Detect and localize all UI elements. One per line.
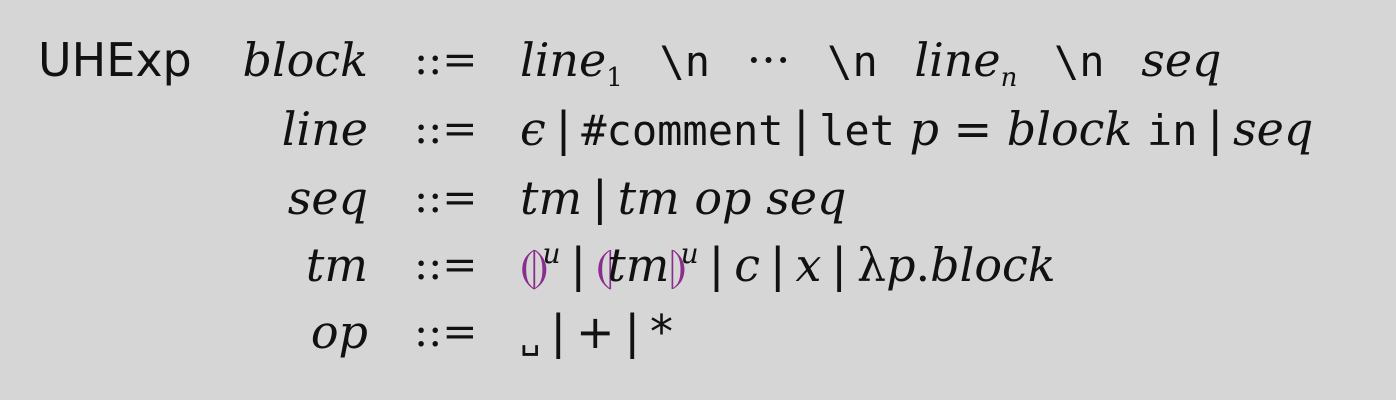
alternative-bar: | xyxy=(550,305,566,359)
newline-token: \n xyxy=(659,37,711,86)
rule-lhs-tm: tm xyxy=(305,238,368,292)
alternative-bar: | xyxy=(555,102,572,156)
hole-name-u: u xyxy=(542,237,561,270)
rule-lhs-seq: seq xyxy=(287,171,368,225)
rule-rhs-seq: tm | tm op seq xyxy=(520,164,846,232)
rule-lhs-op: op xyxy=(310,305,368,359)
nonterminal-seq: seq xyxy=(1141,33,1222,87)
empty-hole-symbol: ⦇⦈ xyxy=(520,238,548,292)
subscript-1: 1 xyxy=(606,63,623,93)
alternative-bar: | xyxy=(1207,102,1224,156)
star-symbol: * xyxy=(650,305,674,359)
rule-op: op ::= ␣ | + | * xyxy=(0,298,1396,366)
hole-name-u: u xyxy=(680,237,699,270)
rule-rhs-tm: ⦇⦈u | ⦇tm⦈u | c | x | λp.block xyxy=(520,231,1056,306)
constant-c: c xyxy=(734,238,760,292)
alternative-bar: | xyxy=(708,238,725,292)
nonterminal-block: block xyxy=(1006,102,1133,156)
newline-token: \n xyxy=(827,37,878,86)
define-operator: ::= xyxy=(414,173,478,222)
lambda-symbol: λ xyxy=(856,238,887,292)
subscript-n: n xyxy=(1000,63,1018,93)
hole-close-bracket: ⦈ xyxy=(669,238,686,292)
equals-sign: = xyxy=(953,102,993,156)
in-keyword: in xyxy=(1146,106,1198,155)
rule-lhs-line: line xyxy=(281,102,368,156)
variable-x: x xyxy=(795,238,822,292)
nonterminal-line: line xyxy=(520,33,607,87)
define-operator: ::= xyxy=(414,104,478,153)
rule-rhs-block: line1 \n ··· \n linen \n seq xyxy=(520,26,1222,102)
define-operator: ::= xyxy=(414,307,478,356)
alternative-bar: | xyxy=(831,238,847,292)
sort-name: UHExp xyxy=(38,33,192,87)
plus-symbol: + xyxy=(575,305,615,359)
let-keyword: let xyxy=(819,106,895,155)
rule-seq: seq ::= tm | tm op seq xyxy=(0,164,1396,232)
nonterminal-tm: tm xyxy=(607,238,670,292)
nonterminal-tm: tm xyxy=(520,171,583,225)
define-operator: ::= xyxy=(414,240,478,289)
pattern-p: p xyxy=(909,102,939,156)
nonterminal-block: block xyxy=(930,238,1056,292)
rule-tm: tm ::= ⦇⦈u | ⦇tm⦈u | c | x | λp.block xyxy=(0,231,1396,299)
rule-rhs-line: ϵ | #comment | let p = block in | seq xyxy=(520,95,1313,165)
alternative-bar: | xyxy=(793,102,810,156)
pattern-p: p xyxy=(886,238,916,292)
nonterminal-line: line xyxy=(914,33,1001,87)
nonterminal-seq: seq xyxy=(1233,102,1314,156)
nonterminal-op: op xyxy=(694,171,752,225)
ellipsis: ··· xyxy=(746,33,791,87)
rule-lhs-block: block xyxy=(242,33,369,87)
nonterminal-seq: seq xyxy=(766,171,847,225)
alternative-bar: | xyxy=(570,238,587,292)
space-symbol: ␣ xyxy=(520,317,541,357)
alternative-bar: | xyxy=(624,305,641,359)
rule-block: UHExp block ::= line1 \n ··· \n linen \n… xyxy=(0,26,1396,94)
nonterminal-tm: tm xyxy=(617,171,680,225)
comment-token: #comment xyxy=(581,106,784,155)
newline-token: \n xyxy=(1054,37,1105,86)
epsilon-symbol: ϵ xyxy=(520,102,546,156)
dot-symbol: . xyxy=(915,238,931,292)
define-operator: ::= xyxy=(414,35,478,84)
rule-rhs-op: ␣ | + | * xyxy=(520,298,673,371)
alternative-bar: | xyxy=(769,238,786,292)
alternative-bar: | xyxy=(592,171,608,225)
rule-line: line ::= ϵ | #comment | let p = block in | seq xyxy=(0,95,1396,163)
grammar-diagram: UHExp block ::= line1 \n ··· \n linen \n… xyxy=(0,0,1396,400)
hole-open-bracket: ⦇ xyxy=(596,238,613,292)
